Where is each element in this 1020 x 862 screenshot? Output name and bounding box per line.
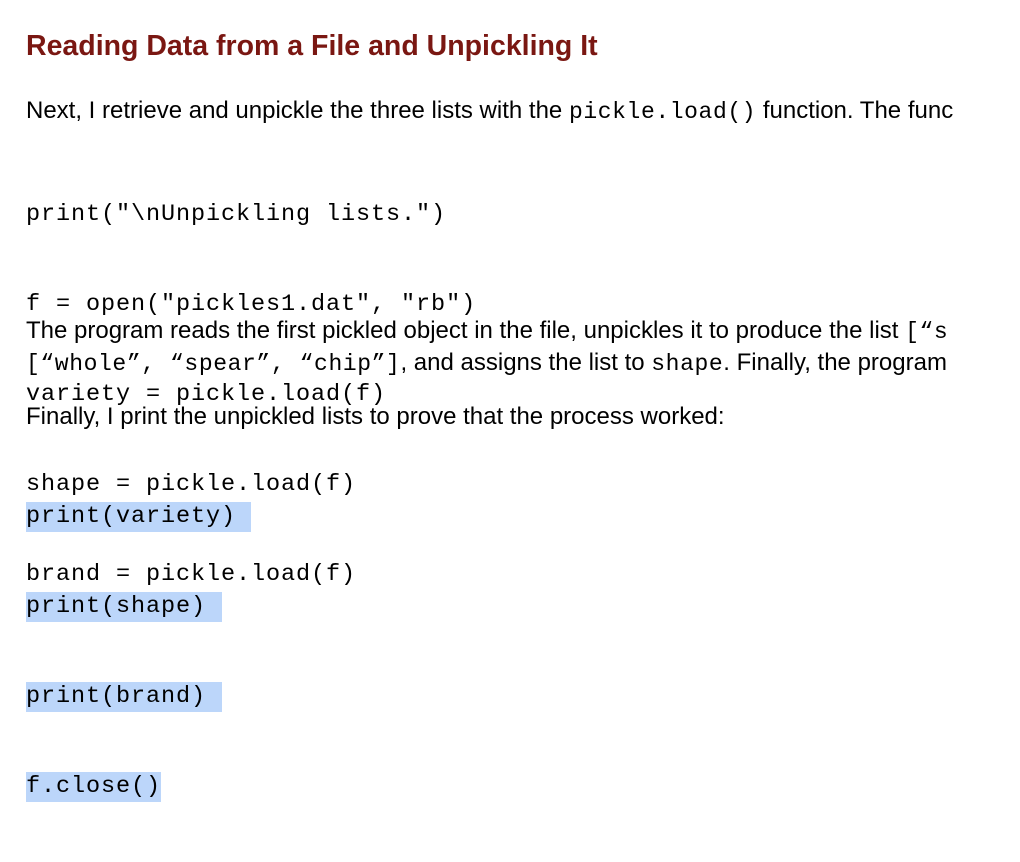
intro-text: Next, I retrieve and unpickle the three … xyxy=(26,97,569,124)
code-line-selected[interactable]: print(shape) xyxy=(26,592,251,622)
explanation-line-1: The program reads the first pickled obje… xyxy=(26,315,948,348)
inline-code-list: [“s xyxy=(905,319,949,345)
intro-text-cont: function. The func xyxy=(756,97,954,124)
inline-code-shape: shape xyxy=(651,351,724,377)
selected-text[interactable]: print(brand) xyxy=(26,682,223,712)
inline-code-shape-list: [“whole”, “spear”, “chip”] xyxy=(26,351,401,377)
selected-text[interactable]: print(shape) xyxy=(26,592,223,622)
selected-text[interactable]: f.close() xyxy=(26,772,162,802)
selected-text[interactable]: print(variety) xyxy=(26,502,252,532)
explanation-text: The program reads the first pickled obje… xyxy=(26,317,906,344)
code-line: print("\nUnpickling lists.") xyxy=(26,201,447,228)
finally-paragraph: Finally, I print the unpickled lists to … xyxy=(26,403,725,430)
code-line-selected[interactable]: print(variety) xyxy=(26,502,252,532)
code-block-print-selected[interactable]: print(variety) print(shape) print(brand)… xyxy=(26,442,252,862)
code-line-selected[interactable]: print(brand) xyxy=(26,682,251,712)
explanation-line-2: [“whole”, “spear”, “chip”], and assigns … xyxy=(26,347,947,380)
explanation-text: . Finally, the program xyxy=(723,349,947,376)
page-title: Reading Data from a File and Unpickling … xyxy=(26,30,598,62)
inline-code-pickle-load: pickle.load() xyxy=(568,99,757,125)
explanation-text: , and assigns the list to xyxy=(400,349,652,376)
code-line-selected[interactable]: f.close() xyxy=(26,772,251,802)
intro-paragraph: Next, I retrieve and unpickle the three … xyxy=(26,95,953,128)
